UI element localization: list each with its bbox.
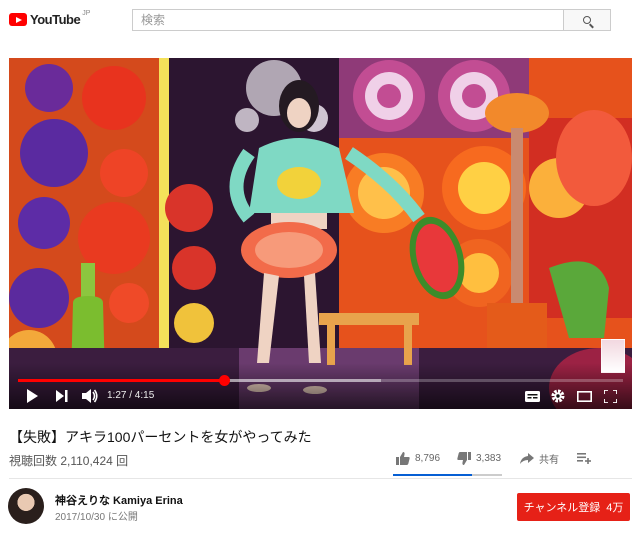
share-button[interactable]: 共有: [520, 450, 559, 466]
time-display: 1:27 / 4:15: [107, 390, 155, 401]
channel-name[interactable]: 神谷えりな Kamiya Erina: [55, 492, 183, 508]
search-input[interactable]: [133, 10, 563, 30]
volume-button[interactable]: [81, 388, 99, 404]
logo-region: JP: [82, 10, 91, 17]
next-icon: [56, 390, 68, 402]
thumbs-down-icon: [457, 451, 471, 465]
masthead: YouTube JP: [0, 0, 640, 40]
like-button[interactable]: 8,796: [396, 450, 440, 466]
video-title: 【失敗】アキラ100パーセントを女がやってみた: [9, 429, 312, 445]
channel-avatar[interactable]: [8, 488, 44, 524]
view-count: 視聴回数 2,110,424 回: [9, 454, 129, 468]
dislike-count: 3,383: [476, 452, 502, 464]
search-icon: [583, 16, 591, 24]
subscriber-count: 4万: [606, 502, 624, 514]
search-box: [132, 9, 564, 31]
youtube-play-logo-icon: [9, 13, 27, 26]
subscribe-label: チャンネル登録: [523, 502, 601, 514]
progress-played: [18, 379, 225, 382]
publish-date: 2017/10/30 に公開: [55, 512, 138, 523]
play-icon: [27, 389, 38, 403]
miniplayer-button[interactable]: [575, 388, 593, 404]
next-button[interactable]: [54, 388, 70, 404]
captions-icon: [524, 390, 540, 402]
captions-button[interactable]: [523, 388, 541, 404]
channel-watermark[interactable]: [601, 339, 625, 373]
share-label: 共有: [539, 454, 559, 466]
video-player[interactable]: 1:27 / 4:15: [9, 58, 632, 409]
youtube-logo[interactable]: YouTube JP: [9, 10, 91, 27]
play-button[interactable]: [24, 388, 40, 404]
sentiment-bar: [393, 474, 502, 476]
add-to-playlist-button[interactable]: [577, 450, 592, 466]
volume-icon: [82, 389, 98, 403]
like-count: 8,796: [415, 452, 441, 464]
sentiment-like-fill: [393, 474, 472, 476]
add-to-playlist-icon: [577, 452, 591, 464]
fullscreen-button[interactable]: [601, 388, 619, 404]
thumbs-up-icon: [396, 451, 410, 465]
subscribe-button[interactable]: チャンネル登録 4万: [517, 493, 630, 521]
fullscreen-icon: [603, 389, 617, 403]
dislike-button[interactable]: 3,383: [457, 450, 501, 466]
progress-bar[interactable]: [18, 375, 623, 386]
share-icon: [520, 452, 534, 464]
settings-icon: [551, 389, 565, 403]
settings-button[interactable]: [549, 388, 567, 404]
miniplayer-icon: [576, 390, 592, 402]
divider: [9, 478, 632, 479]
video-frame: [9, 58, 632, 409]
search-button[interactable]: [564, 9, 611, 31]
logo-text: YouTube: [30, 12, 81, 27]
